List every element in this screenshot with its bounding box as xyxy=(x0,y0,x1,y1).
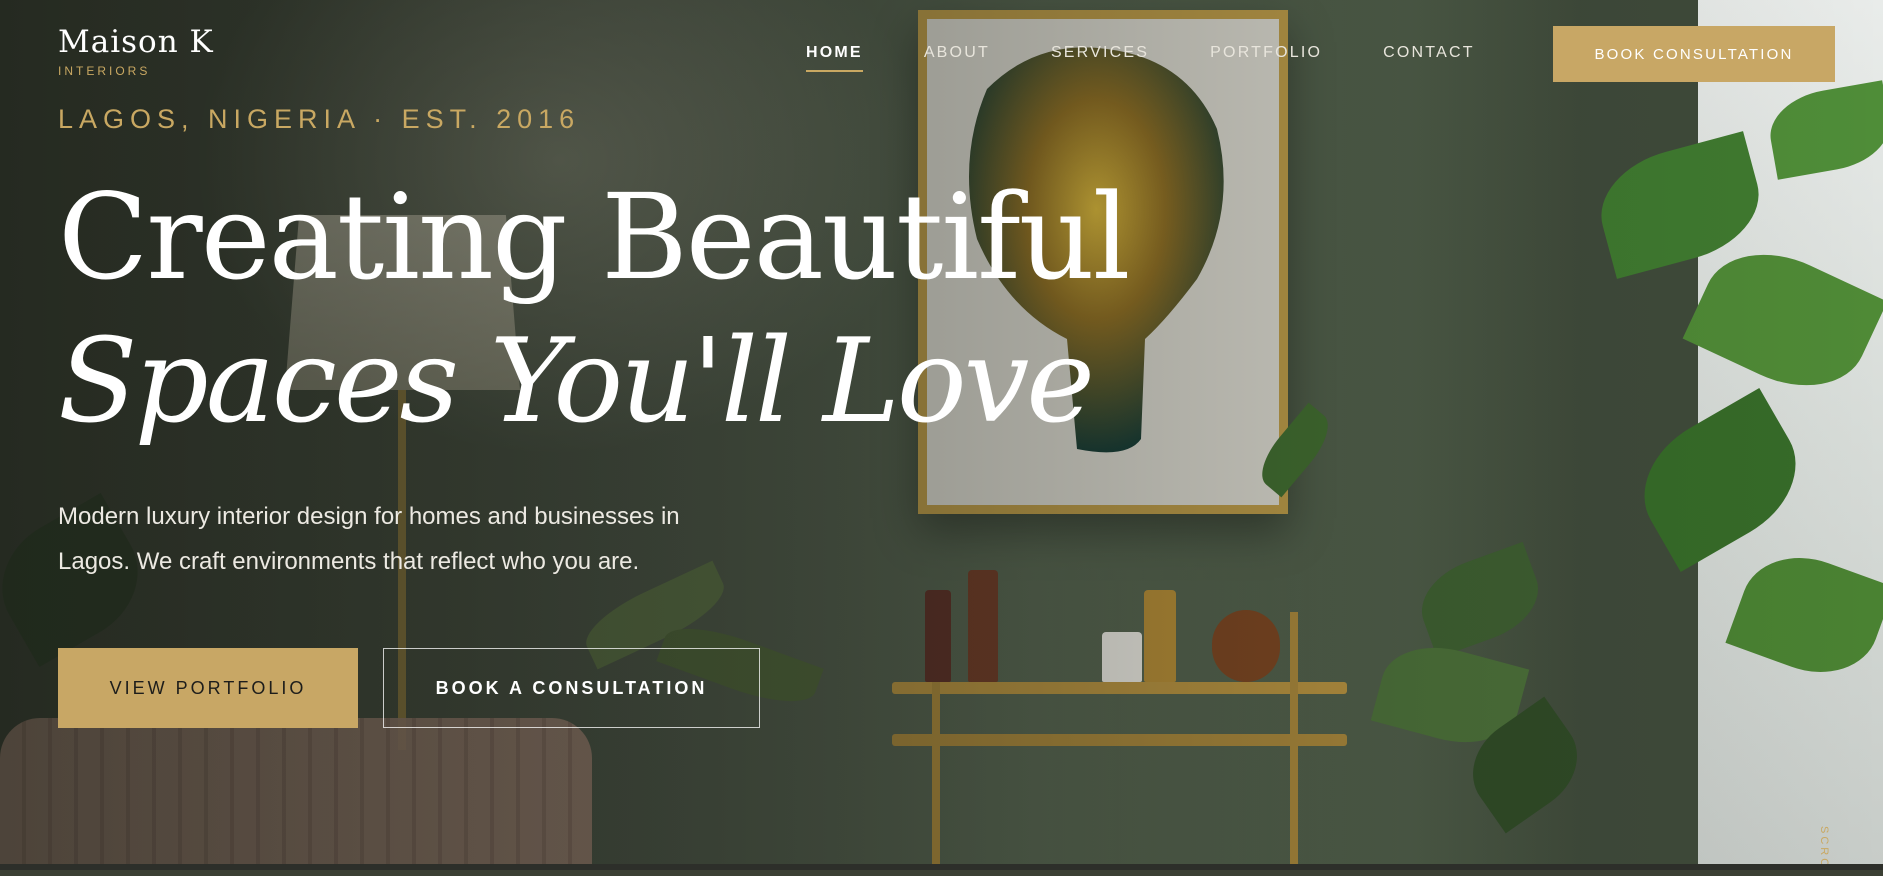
nav-item-home[interactable]: HOME xyxy=(806,44,863,72)
brand-name: Maison K xyxy=(58,24,214,60)
view-portfolio-button[interactable]: VIEW PORTFOLIO xyxy=(58,648,358,728)
nav-item-contact[interactable]: CONTACT xyxy=(1383,44,1475,72)
hero-headline-line1: Creating Beautiful xyxy=(58,168,1131,306)
nav-item-about[interactable]: ABOUT xyxy=(924,44,990,72)
brand-logo[interactable]: Maison K INTERIORS xyxy=(58,24,214,79)
main-nav: HOME ABOUT SERVICES PORTFOLIO CONTACT xyxy=(806,44,1536,72)
hero-section: Maison K INTERIORS HOME ABOUT SERVICES P… xyxy=(0,0,1883,870)
book-consultation-button[interactable]: BOOK A CONSULTATION xyxy=(383,648,760,728)
nav-item-services[interactable]: SERVICES xyxy=(1051,44,1149,72)
hero-lead-text: Modern luxury interior design for homes … xyxy=(58,503,680,575)
nav-item-portfolio[interactable]: PORTFOLIO xyxy=(1210,44,1322,72)
book-consultation-header-button[interactable]: BOOK CONSULTATION xyxy=(1553,26,1835,82)
hero-headline-line2: Spaces You'll Love xyxy=(58,314,1095,449)
brand-tagline: INTERIORS xyxy=(58,64,151,78)
bottom-divider xyxy=(0,864,1883,870)
hero-eyebrow: LAGOS, NIGERIA · EST. 2016 xyxy=(58,104,581,134)
hero-headline: Creating Beautiful Spaces You'll Love xyxy=(58,168,1131,449)
